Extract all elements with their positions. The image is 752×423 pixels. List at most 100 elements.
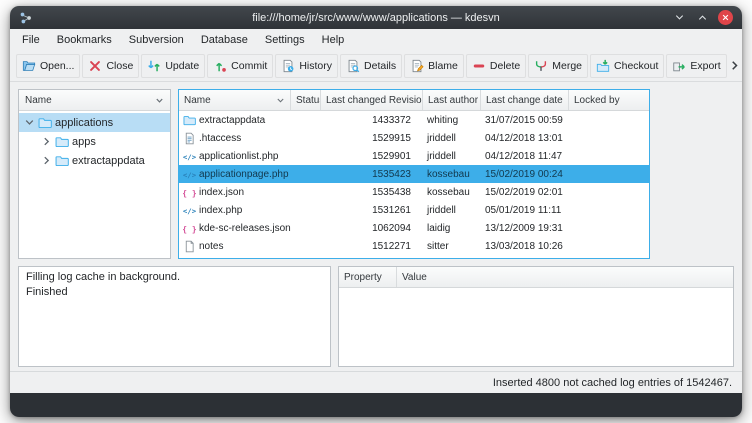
menu-settings[interactable]: Settings: [258, 32, 312, 48]
toolbar-overflow-button[interactable]: [729, 60, 740, 71]
menu-bookmarks[interactable]: Bookmarks: [50, 32, 119, 48]
file-row-index-json[interactable]: { }index.json1535438kossebau15/02/2019 0…: [179, 183, 649, 201]
toolbar-button-close[interactable]: Close: [82, 54, 139, 78]
close-button[interactable]: [718, 10, 733, 25]
merge-icon: [534, 59, 548, 73]
svg-text:{ }: { }: [183, 223, 196, 233]
json-file-icon: { }: [183, 222, 196, 235]
file-row-kde-sc-releases-json[interactable]: { }kde-sc-releases.json1062094laidig13/1…: [179, 219, 649, 237]
folder-icon: [183, 114, 196, 127]
value-column-header[interactable]: Value: [397, 267, 733, 287]
log-line: Filling log cache in background.: [26, 270, 323, 285]
file-list-header: Name StatusLast changed Revision Last auth…: [179, 90, 649, 111]
toolbar: Open...Close Update CommitHistoryDetailsBl…: [10, 50, 742, 82]
minimize-button[interactable]: [672, 11, 686, 25]
file-row-htaccess[interactable]: .htaccess1529915jriddell04/12/2018 13:01: [179, 129, 649, 147]
file-locked-by-cell: [569, 111, 649, 129]
property-column-header[interactable]: Property: [339, 267, 397, 287]
column-header-last-changed-revision[interactable]: Last changed Revision: [321, 90, 423, 110]
column-header-label: Last change date: [486, 95, 563, 106]
menu-database[interactable]: Database: [194, 32, 255, 48]
file-status-cell: [291, 237, 321, 255]
folder-icon: [55, 135, 69, 149]
toolbar-button-blame[interactable]: Blame: [404, 54, 464, 78]
svg-text:</>: </>: [183, 170, 196, 179]
file-locked-by-cell: [569, 183, 649, 201]
tree-item-extractappdata[interactable]: extractappdata: [19, 151, 170, 170]
tree-item-label: extractappdata: [72, 155, 145, 167]
code-file-icon: </>: [183, 150, 196, 163]
file-locked-by-cell: [569, 201, 649, 219]
menu-file[interactable]: File: [15, 32, 47, 48]
file-name-cell: </>applicationpage.php: [179, 165, 291, 183]
file-revision-cell: 1433372: [321, 111, 423, 129]
column-header-last-author[interactable]: Last author: [423, 90, 481, 110]
file-revision-cell: 1062094: [321, 219, 423, 237]
maximize-button[interactable]: [695, 11, 709, 25]
file-author-cell: kossebau: [423, 183, 481, 201]
file-locked-by-cell: [569, 165, 649, 183]
column-header-name[interactable]: Name: [179, 90, 291, 110]
main-area: Name applications apps extractappdata Name…: [10, 82, 742, 371]
file-name-label: notes: [199, 241, 223, 252]
toolbar-button-history[interactable]: History: [275, 54, 338, 78]
svg-text:{ }: { }: [183, 187, 196, 197]
collapse-icon[interactable]: [41, 136, 52, 147]
toolbar-button-merge[interactable]: Merge: [528, 54, 588, 78]
file-row-applicationlist-php[interactable]: </>applicationlist.php1529901jriddell04/…: [179, 147, 649, 165]
sort-indicator-icon: [155, 96, 164, 105]
details-icon: [346, 59, 360, 73]
kdesvn-window: file:///home/jr/src/www/www/applications…: [10, 6, 742, 417]
column-header-last-change-date[interactable]: Last change date: [481, 90, 569, 110]
file-author-cell: jriddell: [423, 129, 481, 147]
file-author-cell: jriddell: [423, 147, 481, 165]
file-name-label: kde-sc-releases.json: [199, 223, 291, 234]
expand-icon[interactable]: [24, 117, 35, 128]
toolbar-button-update[interactable]: Update: [141, 54, 205, 78]
file-author-cell: sitter: [423, 237, 481, 255]
column-header-label: Last author: [428, 95, 478, 106]
file-author-cell: kossebau: [423, 165, 481, 183]
folder-icon: [38, 116, 52, 130]
column-header-label: Name: [184, 95, 211, 106]
menu-help[interactable]: Help: [315, 32, 352, 48]
column-header-label: Locked by: [574, 95, 620, 106]
column-header-status[interactable]: Status: [291, 90, 321, 110]
file-name-cell: { }index.json: [179, 183, 291, 201]
properties-header: Property Value: [339, 267, 733, 288]
file-date-cell: 13/12/2009 19:31: [481, 219, 569, 237]
toolbar-button-details[interactable]: Details: [340, 54, 402, 78]
file-row-applicationpage-php[interactable]: </>applicationpage.php1535423kossebau15/…: [179, 165, 649, 183]
tree-item-applications[interactable]: applications: [19, 113, 170, 132]
column-header-locked-by[interactable]: Locked by: [569, 90, 649, 110]
menu-subversion[interactable]: Subversion: [122, 32, 191, 48]
tree-item-apps[interactable]: apps: [19, 132, 170, 151]
file-name-cell: extractappdata: [179, 111, 291, 129]
file-row-index-php[interactable]: </>index.php1531261jriddell05/01/2019 11…: [179, 201, 649, 219]
toolbar-button-commit[interactable]: Commit: [207, 54, 273, 78]
toolbar-button-export[interactable]: Export: [666, 54, 726, 78]
file-name-label: applicationlist.php: [199, 151, 279, 162]
toolbar-button-label: Merge: [552, 60, 582, 72]
svg-text:</>: </>: [183, 206, 196, 215]
file-revision-cell: 1512271: [321, 237, 423, 255]
toolbar-button-label: Update: [165, 60, 199, 72]
commit-icon: [213, 59, 227, 73]
toolbar-button-delete[interactable]: Delete: [466, 54, 526, 78]
code-file-icon: </>: [183, 204, 196, 217]
properties-body: [339, 288, 733, 366]
title-bar[interactable]: file:///home/jr/src/www/www/applications…: [10, 6, 742, 29]
file-name-label: index.php: [199, 205, 242, 216]
file-revision-cell: 1531261: [321, 201, 423, 219]
file-date-cell: 04/12/2018 13:01: [481, 129, 569, 147]
file-row-notes[interactable]: notes1512271sitter13/03/2018 10:26: [179, 237, 649, 255]
file-status-cell: [291, 201, 321, 219]
tree-column-header-name[interactable]: Name: [19, 90, 170, 111]
collapse-icon[interactable]: [41, 155, 52, 166]
file-row-extractappdata[interactable]: extractappdata1433372whiting31/07/2015 0…: [179, 111, 649, 129]
column-header-label: Status: [296, 95, 321, 106]
tree-item-label: applications: [55, 117, 113, 129]
toolbar-button-open[interactable]: Open...: [16, 54, 80, 78]
toolbar-button-checkout[interactable]: Checkout: [590, 54, 664, 78]
file-date-cell: 05/01/2019 11:11: [481, 201, 569, 219]
